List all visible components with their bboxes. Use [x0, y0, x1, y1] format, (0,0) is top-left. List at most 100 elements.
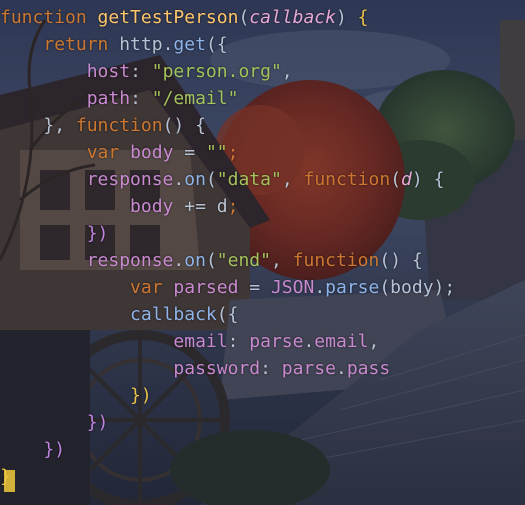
- code-token: function: [0, 7, 98, 28]
- code-token: email: [173, 331, 228, 352]
- code-line[interactable]: callback({: [0, 301, 455, 328]
- code-line[interactable]: }, function() {: [0, 112, 455, 139]
- code-line[interactable]: var body = "";: [0, 139, 455, 166]
- text-cursor: [4, 470, 15, 492]
- code-token: return: [43, 34, 120, 55]
- code-token: pass: [346, 358, 391, 379]
- code-token: =: [173, 142, 206, 163]
- code-token: callback: [249, 7, 336, 28]
- code-token: function: [75, 115, 163, 136]
- code-token: parse: [281, 358, 336, 379]
- code-line[interactable]: email: parse.email,: [0, 328, 455, 355]
- code-token: }): [43, 439, 66, 460]
- code-token: (: [238, 7, 250, 28]
- code-token: () {: [379, 250, 423, 271]
- code-token: ;: [227, 196, 239, 217]
- code-token: (: [205, 169, 217, 190]
- code-token: .: [303, 331, 315, 352]
- code-token: ,: [270, 250, 293, 271]
- code-token: ): [335, 7, 358, 28]
- code-token: +=: [173, 196, 217, 217]
- code-line[interactable]: }): [0, 382, 455, 409]
- code-token: .: [314, 277, 326, 298]
- code-token: ;: [227, 142, 239, 163]
- code-token: },: [43, 115, 76, 136]
- code-token: .: [173, 250, 185, 271]
- code-line[interactable]: }): [0, 220, 455, 247]
- code-token: (body);: [379, 277, 456, 298]
- code-token: ({: [216, 304, 239, 325]
- code-token: :: [130, 88, 152, 109]
- code-line[interactable]: }): [0, 409, 455, 436]
- code-token: {: [357, 7, 369, 28]
- code-token: response: [86, 250, 174, 271]
- code-line[interactable]: }): [0, 436, 455, 463]
- code-line[interactable]: }: [0, 463, 455, 490]
- code-token: () {: [162, 115, 206, 136]
- code-token: }): [86, 412, 109, 433]
- code-token: email: [314, 331, 369, 352]
- code-token: "/email": [151, 88, 239, 109]
- code-editor[interactable]: function getTestPerson(callback) { retur…: [0, 0, 525, 505]
- code-token: var: [130, 277, 174, 298]
- code-line[interactable]: function getTestPerson(callback) {: [0, 4, 455, 31]
- code-token: .: [162, 34, 174, 55]
- code-line[interactable]: host: "person.org",: [0, 58, 455, 85]
- code-token: parsed: [173, 277, 239, 298]
- code-content[interactable]: function getTestPerson(callback) { retur…: [0, 4, 455, 490]
- code-token: ({: [205, 34, 228, 55]
- code-token: getTestPerson: [97, 7, 239, 28]
- code-token: path: [86, 88, 131, 109]
- code-line[interactable]: body += d;: [0, 193, 455, 220]
- code-line[interactable]: password: parse.pass: [0, 355, 455, 382]
- code-token: response: [86, 169, 174, 190]
- code-token: =: [238, 277, 271, 298]
- code-token: get: [173, 34, 206, 55]
- code-token: "data": [216, 169, 282, 190]
- code-line[interactable]: var parsed = JSON.parse(body);: [0, 274, 455, 301]
- code-token: callback: [130, 304, 217, 325]
- code-line[interactable]: path: "/email": [0, 85, 455, 112]
- code-token: host: [86, 61, 131, 82]
- code-line[interactable]: response.on("data", function(d) {: [0, 166, 455, 193]
- code-token: function: [303, 169, 391, 190]
- code-token: parse: [249, 331, 304, 352]
- code-token: JSON: [270, 277, 315, 298]
- code-token: on: [184, 169, 206, 190]
- code-token: var: [86, 142, 131, 163]
- code-token: }): [86, 223, 109, 244]
- code-line[interactable]: response.on("end", function() {: [0, 247, 455, 274]
- code-token: password: [173, 358, 261, 379]
- code-token: on: [184, 250, 206, 271]
- code-token: "person.org": [151, 61, 282, 82]
- code-token: function: [292, 250, 380, 271]
- code-token: body: [130, 142, 174, 163]
- code-token: d: [401, 169, 412, 190]
- code-token: }): [130, 385, 152, 406]
- code-token: ,: [281, 61, 293, 82]
- code-token: "": [205, 142, 228, 163]
- code-token: ,: [281, 169, 304, 190]
- code-line[interactable]: return http.get({: [0, 31, 455, 58]
- code-token: (: [205, 250, 217, 271]
- code-token: body: [130, 196, 174, 217]
- code-token: "end": [216, 250, 271, 271]
- code-token: ,: [368, 331, 380, 352]
- code-token: (: [390, 169, 402, 190]
- code-token: ) {: [411, 169, 445, 190]
